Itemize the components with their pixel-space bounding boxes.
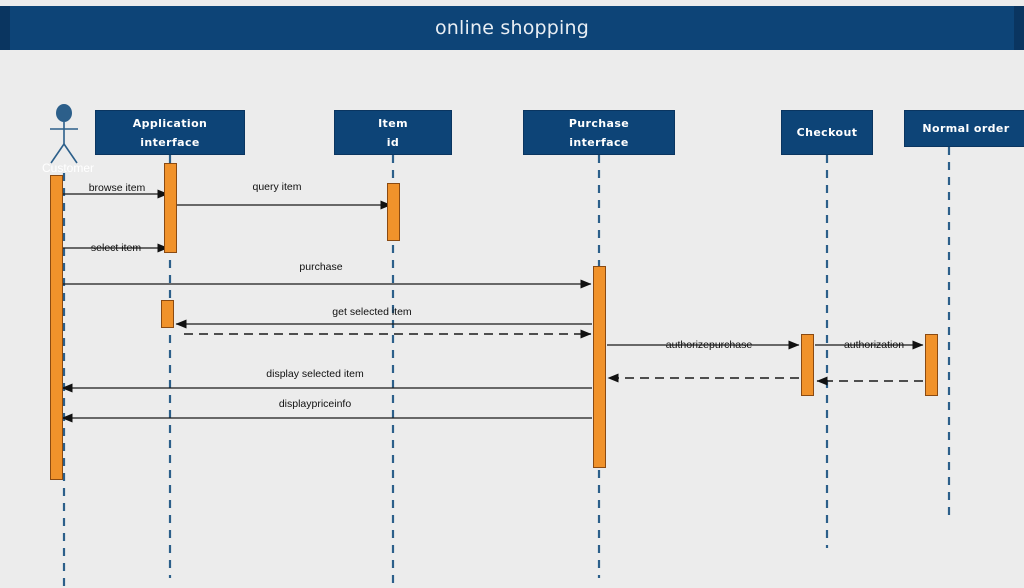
message-label-m11: display selected item bbox=[266, 368, 364, 380]
lifeline-header-purchase-line2: interface bbox=[569, 135, 629, 149]
lifelines-group bbox=[62, 147, 951, 588]
lifeline-header-appiface-line1: Application bbox=[132, 116, 208, 130]
actor-label-customer: Customer bbox=[42, 161, 95, 175]
lifeline-header-itemid-line2: id bbox=[386, 135, 400, 149]
message-label-m2: query item bbox=[252, 181, 302, 193]
activation-bar-itemid bbox=[387, 183, 400, 241]
diagram-canvas: online shopping Customer Application int… bbox=[0, 0, 1024, 588]
activation-bar-appiface bbox=[161, 300, 174, 328]
lifeline-header-itemid-line1: Item bbox=[378, 116, 408, 130]
lifeline-header-checkout-line1: Checkout bbox=[796, 126, 858, 139]
lifeline-header-purchase-line1: Purchase bbox=[568, 116, 630, 130]
lifeline-header-normal-order[interactable]: Normal order bbox=[904, 110, 1024, 147]
message-label-m12: displaypriceinfo bbox=[278, 398, 352, 410]
messages-group bbox=[61, 189, 924, 423]
lifeline-header-checkout[interactable]: Checkout bbox=[781, 110, 873, 155]
lifeline-header-purchase[interactable]: Purchase interface bbox=[523, 110, 675, 155]
activation-bar-checkout bbox=[801, 334, 814, 396]
message-label-m5: get selected item bbox=[332, 306, 412, 318]
activation-bar-purchase bbox=[593, 266, 606, 468]
message-label-m7: authorizepurchase bbox=[665, 339, 753, 351]
lifeline-header-itemid[interactable]: Item id bbox=[334, 110, 452, 155]
activation-bar-appiface bbox=[164, 163, 177, 253]
activation-bar-normal bbox=[925, 334, 938, 396]
message-label-m3: select item bbox=[90, 242, 142, 254]
page-title: online shopping bbox=[434, 17, 590, 39]
activation-bar-customer bbox=[50, 175, 63, 480]
message-label-m1: browse item bbox=[88, 182, 146, 194]
lifeline-header-appiface[interactable]: Application interface bbox=[95, 110, 245, 155]
actor-stick-figure-icon bbox=[50, 104, 78, 164]
message-label-m8: authorization bbox=[843, 339, 905, 351]
diagram-stage: Customer Application interface Item id P… bbox=[0, 50, 1024, 588]
message-label-m4: purchase bbox=[299, 261, 343, 273]
title-bar: online shopping bbox=[0, 6, 1024, 50]
lifeline-header-appiface-line2: interface bbox=[140, 135, 200, 149]
lifeline-header-normal-order-line1: Normal order bbox=[922, 122, 1010, 135]
